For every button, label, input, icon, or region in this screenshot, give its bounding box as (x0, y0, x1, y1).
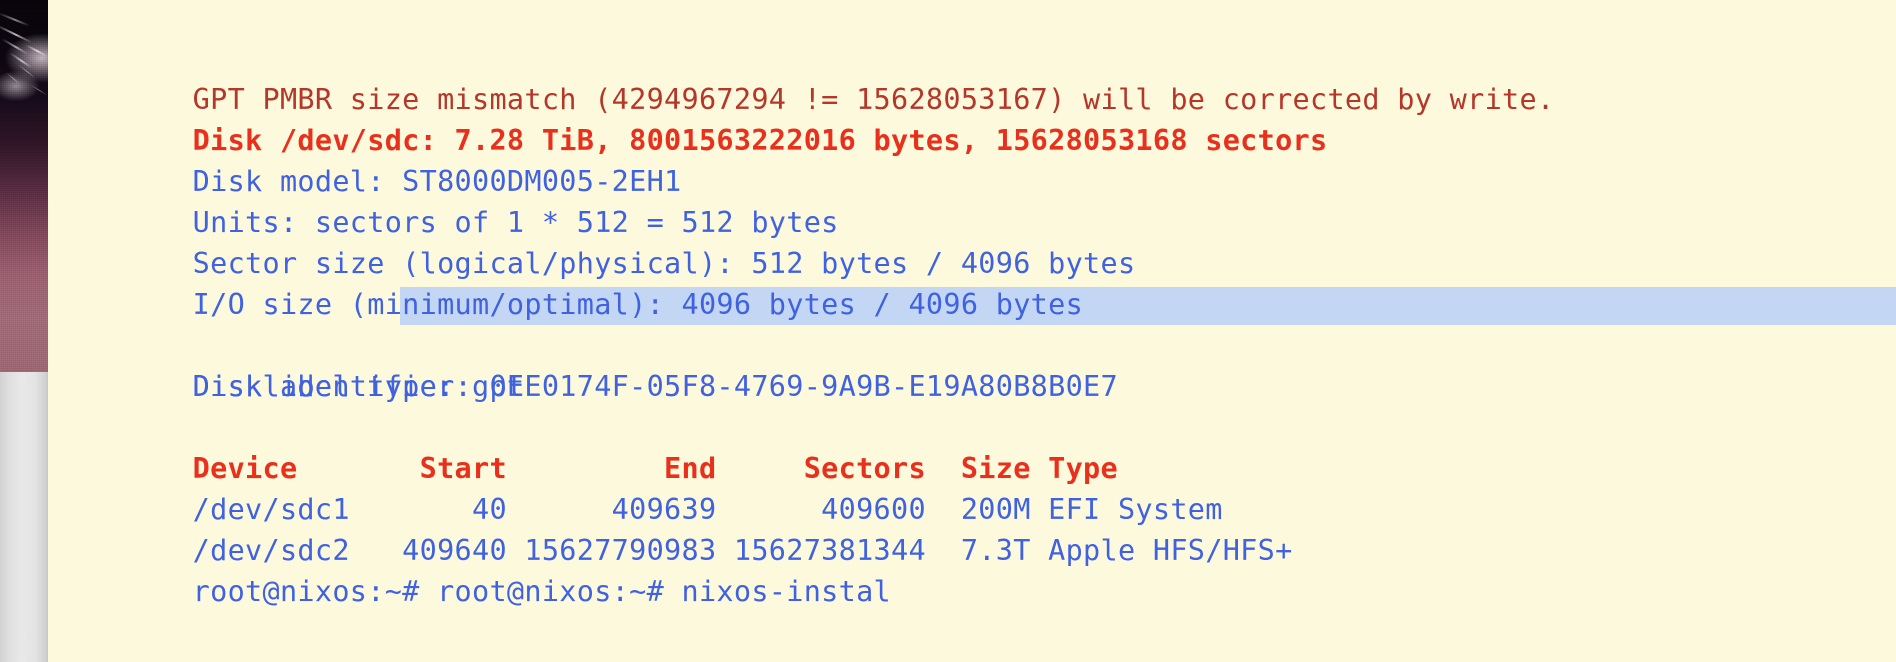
disk-summary-text: Disk /dev/sdc: 7.28 TiB, 8001563222016 b… (192, 124, 1328, 157)
partition-row-sdc1-text: /dev/sdc1 40 409639 409600 200M EFI Syst… (192, 493, 1223, 526)
io-size-text: I/O size (minimum/optimal): 4096 bytes /… (192, 288, 1084, 321)
window-left-edge (0, 372, 48, 662)
terminal-pane[interactable]: GPT PMBR size mismatch (4294967294 != 15… (48, 0, 1896, 662)
sector-size-text: Sector size (logical/physical): 512 byte… (192, 247, 1136, 280)
terminal-line-table-header: Device Start End Sectors Size Type (48, 407, 1896, 485)
terminal-output: GPT PMBR size mismatch (4294967294 != 15… (48, 38, 1896, 608)
screen: GPT PMBR size mismatch (4294967294 != 15… (0, 0, 1896, 662)
terminal-line-pmbr-warning: GPT PMBR size mismatch (4294967294 != 15… (48, 38, 1896, 116)
disk-model-text: Disk model: ST8000DM005-2EH1 (192, 165, 682, 198)
desktop-wallpaper (0, 0, 48, 372)
shell-prompt-text: root@nixos:~# root@nixos:~# nixos-instal (192, 575, 892, 608)
desktop-left-strip (0, 0, 48, 662)
partition-table-header-text: Device Start End Sectors Size Type (192, 452, 1118, 485)
disk-identifier-text: Disk identifier: 0EE0174F-05F8-4769-9A9B… (192, 370, 1118, 403)
pmbr-warning-text: GPT PMBR size mismatch (4294967294 != 15… (192, 83, 1555, 116)
terminal-line-disk-identifier: Disk identifier: 0EE0174F-05F8-4769-9A9B… (48, 325, 1896, 403)
units-text: Units: sectors of 1 * 512 = 512 bytes (192, 206, 839, 239)
wallpaper-noise-overlay (0, 0, 48, 372)
partition-row-sdc2-text: /dev/sdc2 409640 15627790983 15627381344… (192, 534, 1293, 567)
